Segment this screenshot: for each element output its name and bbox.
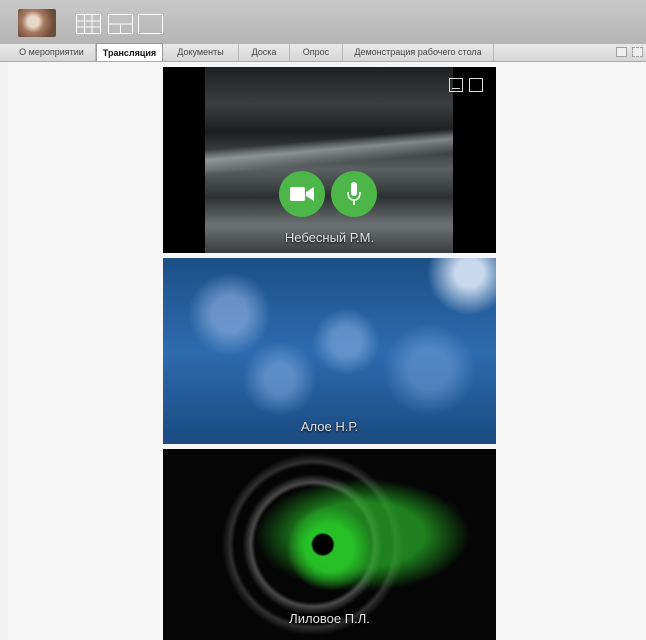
microphone-button[interactable] <box>331 171 377 217</box>
tab-about-event[interactable]: О мероприятии <box>8 44 96 61</box>
tab-bar: О мероприятии Трансляция Документы Доска… <box>0 43 646 62</box>
video-feed <box>205 67 453 253</box>
microphone-icon <box>347 182 361 205</box>
camera-icon <box>290 187 314 201</box>
tab-broadcast[interactable]: Трансляция <box>96 43 163 61</box>
tab-poll[interactable]: Опрос <box>290 44 343 61</box>
fullscreen-icon[interactable] <box>632 47 643 57</box>
tab-desktop-sharing[interactable]: Демонстрация рабочего стола <box>343 44 494 61</box>
restore-icon[interactable] <box>616 47 627 57</box>
grid-layout-icon[interactable] <box>76 14 101 34</box>
participant-name: Небесный Р.М. <box>284 230 375 245</box>
single-layout-icon[interactable] <box>138 14 163 34</box>
participant-name: Алое Н.Р. <box>300 419 359 434</box>
minimize-icon[interactable] <box>449 78 463 92</box>
camera-button[interactable] <box>279 171 325 217</box>
video-pane-2[interactable]: Алое Н.Р. <box>163 258 496 444</box>
conference-window: О мероприятии Трансляция Документы Доска… <box>0 0 646 640</box>
split-layout-icon[interactable] <box>108 14 133 34</box>
tab-board[interactable]: Доска <box>239 44 290 61</box>
user-avatar[interactable] <box>18 9 56 37</box>
video-pane-1[interactable]: Небесный Р.М. <box>163 67 496 253</box>
video-pane-3[interactable]: Лиловое П.Л. <box>163 449 496 640</box>
maximize-icon[interactable] <box>469 78 483 92</box>
participant-name: Лиловое П.Л. <box>289 611 370 626</box>
tab-documents[interactable]: Документы <box>163 44 239 61</box>
top-toolbar <box>0 0 646 45</box>
